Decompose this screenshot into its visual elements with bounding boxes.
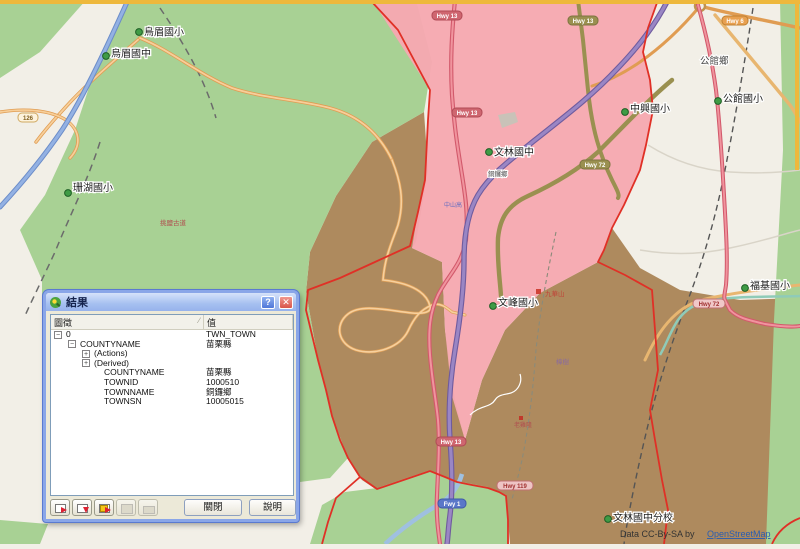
help-button[interactable]: 說明: [249, 499, 296, 516]
place-label-red: 老雞隆: [514, 421, 532, 429]
sort-indicator: ∕: [199, 316, 200, 325]
road-shield: Hwy 13: [568, 16, 598, 25]
freeway-name-label: 中山高: [444, 201, 462, 209]
svg-text:Hwy 72: Hwy 72: [585, 163, 606, 169]
road-shield: Hwy 119: [497, 481, 533, 490]
svg-text:烏眉國小: 烏眉國小: [144, 26, 184, 39]
tree-row[interactable]: TOWNID 1000510: [51, 378, 293, 388]
titlebar-help-button[interactable]: ?: [261, 296, 275, 309]
expand-tree-button[interactable]: [50, 499, 70, 516]
poi-marker-red: [536, 289, 541, 294]
road-shield: Hwy 72: [693, 299, 725, 308]
svg-text:文峰國小: 文峰國小: [498, 296, 538, 309]
svg-text:文林國中: 文林國中: [494, 146, 534, 159]
copy-button-disabled: [116, 499, 136, 516]
road-shield: Hwy 13: [432, 11, 462, 20]
svg-text:Hwy 72: Hwy 72: [699, 302, 720, 308]
svg-text:Hwy 13: Hwy 13: [437, 14, 458, 20]
column-header-value[interactable]: 值: [204, 315, 293, 329]
road-shield: Hwy 72: [580, 160, 610, 169]
attribution-text: Data CC-By-SA by: [620, 529, 695, 539]
svg-text:福基國小: 福基國小: [750, 279, 790, 292]
collapse-tree-button[interactable]: [72, 499, 92, 516]
titlebar-close-icon[interactable]: ✕: [279, 296, 293, 309]
expander-plus-icon[interactable]: +: [82, 350, 90, 358]
print-button-disabled: [138, 499, 158, 516]
svg-text:Hwy 6: Hwy 6: [726, 19, 744, 25]
expander-plus-icon[interactable]: +: [82, 359, 90, 367]
svg-text:文林國中分校: 文林國中分校: [613, 511, 673, 524]
identify-results-dialog: 結果 ? ✕ 圖徵 ∕ 值 − 0 TWN_TOWN − COUNTYNAME …: [43, 290, 299, 522]
tree-row[interactable]: + (Derived): [51, 359, 293, 369]
dialog-titlebar[interactable]: 結果 ? ✕: [46, 293, 296, 311]
road-shield: Hwy 13: [436, 437, 466, 446]
tree-row[interactable]: − COUNTYNAME 苗栗縣: [51, 340, 293, 350]
village-label: 樟樹: [556, 357, 570, 366]
dialog-title: 結果: [66, 294, 257, 310]
trail-label-red: 挑鹽古道: [160, 218, 187, 227]
tree-row[interactable]: + (Actions): [51, 349, 293, 359]
column-header-feature[interactable]: 圖徵 ∕: [51, 315, 204, 329]
poi-label-red: 九華山: [545, 289, 565, 298]
forest-bottomleft: [0, 520, 48, 544]
expand-all-button[interactable]: [94, 499, 114, 516]
svg-text:珊湖國小: 珊湖國小: [73, 182, 113, 194]
tree-header[interactable]: 圖徵 ∕ 值: [51, 315, 293, 330]
expander-minus-icon[interactable]: −: [54, 331, 62, 339]
tree-row[interactable]: TOWNNAME 銅鑼鄉: [51, 388, 293, 398]
attribution-osm-link[interactable]: OpenStreetMap: [707, 529, 771, 539]
expander-minus-icon[interactable]: −: [68, 340, 76, 348]
svg-text:公館國小: 公館國小: [723, 92, 763, 105]
svg-text:烏眉國中: 烏眉國中: [111, 47, 151, 60]
road-shield: 126: [18, 113, 38, 122]
place-label: 公館鄉: [700, 55, 729, 67]
qgis-app-icon: [49, 296, 62, 309]
svg-text:Fwy 1: Fwy 1: [444, 502, 461, 508]
svg-text:126: 126: [23, 116, 34, 122]
screenshot-stage: Hwy 13 Hwy 13 Hwy 13 Hwy 72 Hwy 13 Fwy 1…: [0, 0, 800, 544]
svg-text:Hwy 13: Hwy 13: [457, 111, 478, 117]
poi-marker-red: [519, 416, 523, 420]
svg-text:Hwy 13: Hwy 13: [441, 440, 462, 446]
close-button[interactable]: 關閉: [184, 499, 242, 516]
road-shield: Fwy 1: [438, 499, 466, 508]
place-label: 銅鑼鄉: [488, 169, 508, 178]
road-shield: Hwy 13: [452, 108, 482, 117]
svg-text:中興國小: 中興國小: [630, 102, 670, 115]
results-tree[interactable]: 圖徵 ∕ 值 − 0 TWN_TOWN − COUNTYNAME 苗栗縣 + (…: [50, 314, 294, 496]
tree-row[interactable]: COUNTYNAME 苗栗縣: [51, 368, 293, 378]
road-shield: Hwy 6: [722, 16, 748, 25]
svg-text:Hwy 13: Hwy 13: [573, 19, 594, 25]
school-marker: 文林國中分校: [605, 511, 673, 524]
svg-text:Hwy 119: Hwy 119: [503, 484, 527, 490]
tree-row[interactable]: TOWNSN 10005015: [51, 397, 293, 407]
